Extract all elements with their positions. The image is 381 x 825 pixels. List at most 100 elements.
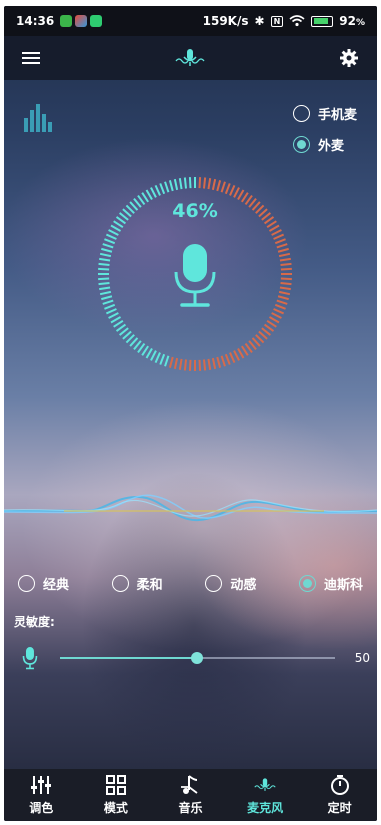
slider-fill: [59, 657, 198, 659]
radio-mode-soft[interactable]: 柔和: [111, 574, 163, 593]
nav-label: 定时: [327, 801, 352, 815]
level-tick: [108, 312, 119, 319]
level-tick: [268, 316, 280, 324]
level-tick: [271, 229, 282, 236]
radio-mode-disco[interactable]: 迪斯科: [298, 574, 363, 593]
nav-music[interactable]: 音乐: [158, 774, 222, 816]
level-tick: [276, 299, 288, 305]
radio-external-mic[interactable]: 外麦: [292, 135, 357, 154]
menu-icon[interactable]: [22, 49, 40, 67]
nav-label: 音乐: [178, 801, 203, 815]
wifi-icon: [289, 15, 305, 27]
nav-label: 调色: [29, 801, 54, 815]
radio-indicator: [292, 136, 310, 153]
level-tick: [168, 356, 174, 368]
level-tick: [274, 238, 286, 245]
nav-timer[interactable]: 定时: [308, 774, 372, 816]
nav-color[interactable]: 调色: [9, 774, 73, 816]
level-tick: [115, 323, 127, 332]
level-tick: [233, 187, 240, 198]
bluetooth-icon: ✱: [254, 14, 265, 28]
level-tick: [278, 290, 291, 296]
level-tick: [145, 189, 153, 201]
level-tick: [276, 243, 288, 249]
sensitivity-slider[interactable]: [59, 652, 335, 664]
radio-indicator: [292, 105, 310, 122]
level-tick: [98, 262, 110, 267]
level-tick: [266, 220, 277, 228]
gear-icon[interactable]: [339, 48, 359, 68]
level-tick: [104, 303, 116, 310]
level-tick: [237, 347, 245, 359]
level-tick: [102, 299, 114, 305]
nav-label: 模式: [103, 801, 128, 815]
level-tick: [278, 252, 291, 258]
app-notification-icon: [75, 15, 88, 27]
level-tick: [98, 267, 110, 271]
level-tick: [268, 224, 280, 232]
level-tick: [244, 342, 253, 354]
microphone-icon[interactable]: [165, 242, 225, 312]
equalizer-icon[interactable]: [24, 104, 52, 132]
level-tick: [137, 342, 146, 354]
radio-mode-classic[interactable]: 经典: [18, 574, 69, 593]
level-tick: [113, 320, 124, 328]
level-tick: [183, 359, 188, 371]
radio-phone-mic[interactable]: 手机麦: [292, 104, 357, 123]
level-tick: [198, 177, 202, 189]
timer-icon: [330, 775, 349, 795]
radio-label: 手机麦: [317, 108, 357, 123]
level-tick: [233, 350, 240, 361]
level-tick: [216, 180, 222, 192]
level-tick: [178, 178, 183, 190]
status-indicators: 159K/s ✱ N 92%: [203, 14, 365, 28]
level-tick: [207, 358, 212, 370]
level-tick: [154, 352, 161, 364]
level-tick: [277, 247, 289, 253]
level-tick: [173, 178, 179, 191]
level-tick: [229, 184, 236, 196]
level-tick: [173, 357, 179, 370]
battery-percent: 92%: [339, 14, 365, 28]
radio-mode-dynamic[interactable]: 动感: [205, 574, 256, 593]
level-tick: [98, 277, 110, 281]
level-tick: [113, 220, 124, 228]
top-bar: [4, 36, 377, 80]
level-tick: [211, 178, 217, 191]
sensitivity-value: 50: [354, 651, 370, 665]
nav-microphone[interactable]: 麦克风: [233, 774, 297, 816]
level-tick: [145, 347, 153, 359]
nav-label: 麦克风: [247, 801, 284, 815]
mic-source-group: 手机麦 外麦: [292, 104, 357, 154]
level-tick: [159, 183, 166, 195]
mode-radio-group: 经典 柔和 动感 迪斯科: [18, 574, 363, 593]
level-tick: [241, 345, 249, 356]
level-tick: [110, 316, 122, 324]
radio-label: 外麦: [317, 139, 344, 154]
music-icon: [181, 775, 199, 794]
app-notification-icon: [60, 15, 73, 27]
level-tick: [150, 350, 157, 361]
radio-label: 迪斯科: [323, 578, 363, 593]
level-tick: [220, 355, 226, 367]
level-tick: [224, 353, 231, 365]
status-time: 14:36: [16, 14, 55, 28]
level-tick: [279, 257, 291, 262]
nav-mode[interactable]: 模式: [84, 774, 148, 816]
radio-label: 动感: [230, 578, 257, 593]
radio-indicator: [111, 575, 129, 592]
level-tick: [183, 177, 188, 189]
bottom-nav: 调色 模式 音乐 麦克风 定时: [4, 769, 377, 821]
level-tick: [207, 178, 212, 190]
level-tick: [99, 252, 112, 258]
level-tick: [266, 320, 277, 328]
level-tick: [99, 257, 111, 262]
status-bar: 14:36 159K/s ✱ N 92%: [4, 6, 377, 36]
radio-indicator: [205, 575, 223, 592]
level-tick: [150, 187, 157, 198]
level-tick: [178, 358, 183, 370]
level-tick: [280, 267, 292, 271]
slider-thumb[interactable]: [191, 652, 204, 664]
level-tick: [110, 224, 122, 232]
app-screen: 14:36 159K/s ✱ N 92% 手机麦 外麦 46% 经典 柔和 动感…: [4, 6, 377, 821]
